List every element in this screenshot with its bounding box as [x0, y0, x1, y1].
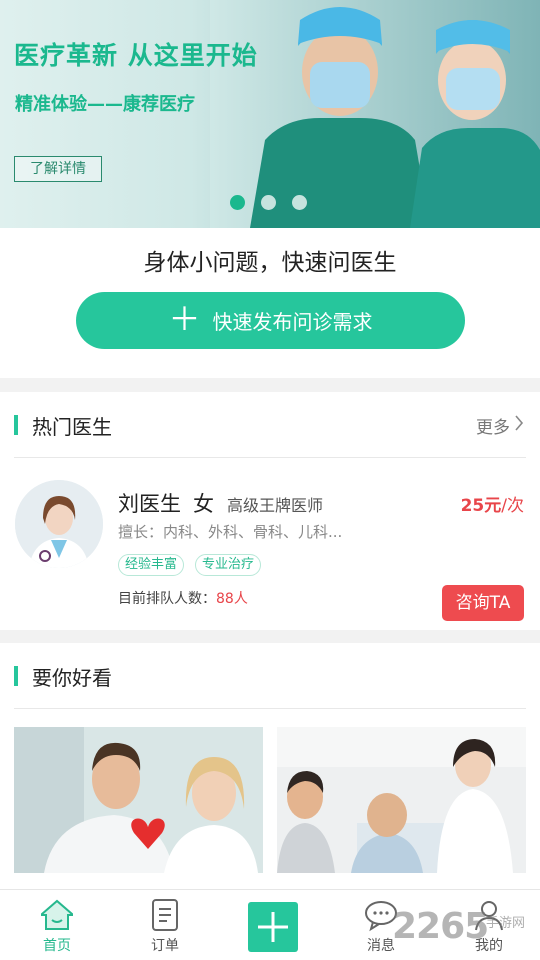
- doctor-avatar: [15, 480, 103, 568]
- article-thumbnail[interactable]: [277, 727, 526, 873]
- home-icon: [39, 898, 75, 932]
- doctor-gender: 女: [193, 492, 214, 516]
- consult-price: 25元/次: [461, 491, 524, 516]
- banner-title: 医疗革新 从这里开始: [14, 41, 258, 70]
- carousel-dot-3[interactable]: [292, 195, 307, 210]
- article-thumbnail[interactable]: [14, 727, 263, 873]
- queue-info: 目前排队人数：88人: [118, 588, 248, 608]
- price-unit: /次: [501, 496, 524, 516]
- hot-doctors-title: 热门医生: [32, 414, 112, 439]
- carousel-dot-2[interactable]: [261, 195, 276, 210]
- recommend-header: 要你好看: [0, 643, 540, 709]
- plus-icon: ＋: [168, 300, 201, 338]
- banner-subtitle: 精准体验——康荐医疗: [15, 94, 195, 115]
- carousel-dot-1[interactable]: [230, 195, 245, 210]
- doctor-tag: 专业治疗: [195, 554, 262, 576]
- carousel-indicators: [230, 195, 307, 210]
- more-link[interactable]: 更多: [476, 413, 524, 438]
- chevron-right-icon: [514, 414, 524, 436]
- price-value: 25元: [460, 496, 502, 516]
- watermark: 2265: [392, 906, 489, 947]
- recommend-title: 要你好看: [32, 665, 112, 690]
- section-accent-bar: [14, 415, 18, 435]
- doctor-tag: 经验丰富: [118, 554, 185, 576]
- publish-consultation-label: 快速发布问诊需求: [212, 310, 373, 334]
- doctor-name: 刘医生: [118, 492, 181, 516]
- order-icon: [147, 898, 183, 932]
- nav-orders-label: 订单: [151, 938, 179, 954]
- nav-home[interactable]: 首页: [3, 890, 111, 960]
- doctor-level: 高级王牌医师: [227, 496, 324, 515]
- section-gap: [0, 378, 540, 392]
- learn-more-button[interactable]: 了解详情: [14, 156, 102, 182]
- add-button[interactable]: [248, 902, 298, 952]
- hot-doctors-header: 热门医生 更多: [0, 392, 540, 458]
- divider: [14, 708, 526, 709]
- section-gap: [0, 630, 540, 643]
- banner-carousel[interactable]: 医疗革新 从这里开始 精准体验——康荐医疗 了解详情: [0, 0, 540, 228]
- queue-count: 88人: [216, 591, 248, 607]
- nav-home-label: 首页: [43, 938, 71, 954]
- watermark-sub: 手游网: [486, 916, 526, 931]
- more-label: 更多: [476, 417, 510, 438]
- nav-orders[interactable]: 订单: [111, 890, 219, 960]
- add-icon: [258, 912, 288, 942]
- quick-ask-title: 身体小问题，快速问医生: [143, 250, 397, 276]
- publish-consultation-button[interactable]: ＋ 快速发布问诊需求: [76, 292, 465, 349]
- queue-label: 目前排队人数：: [118, 591, 216, 607]
- section-accent-bar: [14, 666, 18, 686]
- doctor-card[interactable]: 刘医生 女 高级王牌医师 25元/次 擅长：内科、外科、骨科、儿科... 经验丰…: [0, 458, 540, 630]
- consult-button[interactable]: 咨询TA: [442, 585, 524, 621]
- doctor-specialty: 擅长：内科、外科、骨科、儿科...: [118, 523, 343, 541]
- doctors-banner-image: [210, 0, 540, 228]
